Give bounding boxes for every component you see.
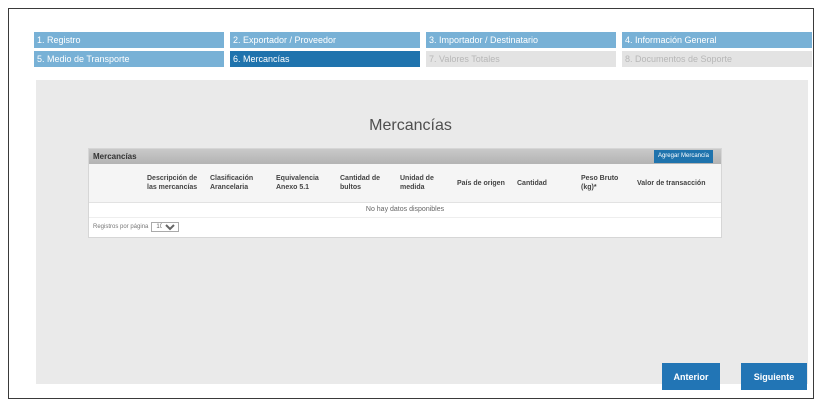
table-title-bar: Mercancías Agregar Mercancía: [89, 149, 721, 164]
column-header-pais-origen[interactable]: País de origen: [455, 164, 515, 202]
column-header-descripcion[interactable]: Descripción de las mercancías: [145, 164, 208, 202]
step-valores-totales[interactable]: 7. Valores Totales: [426, 51, 616, 67]
step-registro[interactable]: 1. Registro: [34, 32, 224, 48]
step-medio-transporte[interactable]: 5. Medio de Transporte: [34, 51, 224, 67]
table-header-row: Descripción de las mercancías Clasificac…: [89, 164, 721, 203]
page-size-select[interactable]: 10: [151, 222, 180, 232]
previous-button[interactable]: Anterior: [662, 363, 720, 390]
column-header-valor-transaccion[interactable]: Valor de transacción: [635, 164, 721, 202]
column-header-equivalencia[interactable]: Equivalencia Anexo 5.1: [274, 164, 338, 202]
column-header-clasificacion[interactable]: Clasificación Arancelaria: [208, 164, 274, 202]
column-header-unidad-medida[interactable]: Unidad de medida: [398, 164, 455, 202]
add-mercancia-button[interactable]: Agregar Mercancía: [653, 150, 713, 163]
column-header-cantidad-bultos[interactable]: Cantidad de bultos: [338, 164, 398, 202]
step-mercancias[interactable]: 6. Mercancías: [230, 51, 420, 67]
column-header-peso-bruto[interactable]: Peso Bruto (kg)*: [579, 164, 635, 202]
next-button[interactable]: Siguiente: [741, 363, 807, 390]
step-documentos-soporte[interactable]: 8. Documentos de Soporte: [622, 51, 812, 67]
empty-message: No hay datos disponibles: [89, 203, 721, 218]
column-header-select: [89, 164, 145, 202]
mercancias-table: Mercancías Agregar Mercancía Descripción…: [88, 148, 722, 238]
pager-label: Registros por página: [93, 224, 149, 230]
page-title: Mercancías: [369, 117, 452, 134]
step-exportador[interactable]: 2. Exportador / Proveedor: [230, 32, 420, 48]
step-informacion-general[interactable]: 4. Información General: [622, 32, 812, 48]
column-header-cantidad[interactable]: Cantidad: [515, 164, 579, 202]
table-title: Mercancías: [93, 152, 137, 161]
step-importador[interactable]: 3. Importador / Destinatario: [426, 32, 616, 48]
pager: Registros por página 10: [89, 218, 721, 236]
wizard-steps: 1. Registro 2. Exportador / Proveedor 3.…: [34, 32, 812, 67]
